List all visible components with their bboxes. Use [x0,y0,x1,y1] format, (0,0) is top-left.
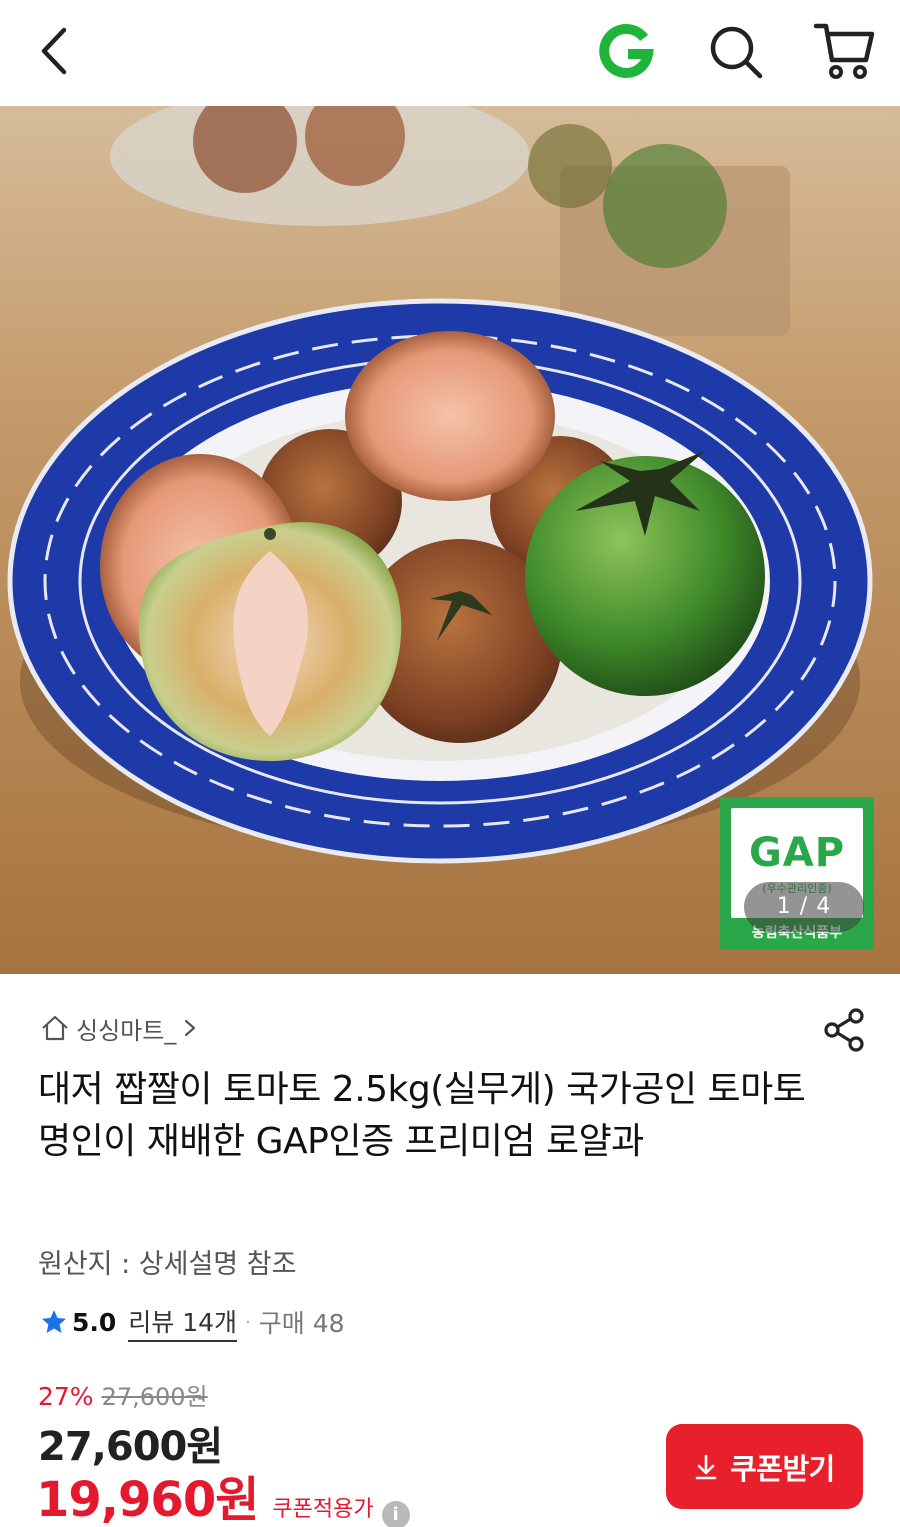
get-coupon-label: 쿠폰받기 [730,1451,835,1486]
home-icon [42,1015,68,1041]
seller-store-link[interactable]: 싱싱마트_ [40,1010,198,1046]
purchase-count: 구매 48 [258,1309,345,1338]
coupon-price-row: 19,960원 쿠폰적용가 i [36,1460,410,1527]
discount-rate: 27% [38,1382,94,1411]
rating-summary: 5.0 리뷰 14개 · 구매 48 [40,1302,345,1342]
product-title: 대저 짭짤이 토마토 2.5kg(실무게) 국가공인 토마토 명인이 재배한 G… [38,1069,806,1162]
top-app-bar [0,0,900,106]
back-button[interactable] [30,20,86,82]
g-logo-icon [599,24,654,78]
coupon-price-label: 쿠폰적용가 [272,1497,374,1522]
product-origin: 원산지 : 상세설명 참조 [38,1249,297,1280]
image-pager-indicator: 1 / 4 [744,882,864,932]
chevron-left-icon [41,27,67,75]
reviews-link[interactable]: 리뷰 14개 [128,1303,238,1342]
rating-score: 5.0 [72,1307,117,1337]
search-icon [710,26,763,79]
share-button[interactable] [820,1006,868,1054]
seller-name: 싱싱마트_ [76,1016,177,1045]
download-icon [695,1454,717,1479]
gmarket-home-logo[interactable] [594,20,658,84]
separator-dot: · [245,1311,251,1333]
cart-icon [813,23,875,79]
info-icon[interactable]: i [381,1501,410,1527]
star-icon [42,1310,66,1333]
chevron-right-icon [185,1019,196,1037]
original-price: 27,600원 [101,1383,208,1411]
gap-badge-text: GAP [748,830,846,876]
product-image-gallery[interactable]: GAP (우수관리인증) 농림축산식품부 1 / 4 [0,106,900,974]
search-button[interactable] [704,20,768,84]
coupon-applied-price: 19,960원 [36,1472,259,1527]
cart-button[interactable] [812,16,876,82]
get-coupon-button[interactable]: 쿠폰받기 [666,1424,863,1509]
share-icon [824,1008,864,1052]
discount-row: 27% 27,600원 [38,1377,208,1412]
